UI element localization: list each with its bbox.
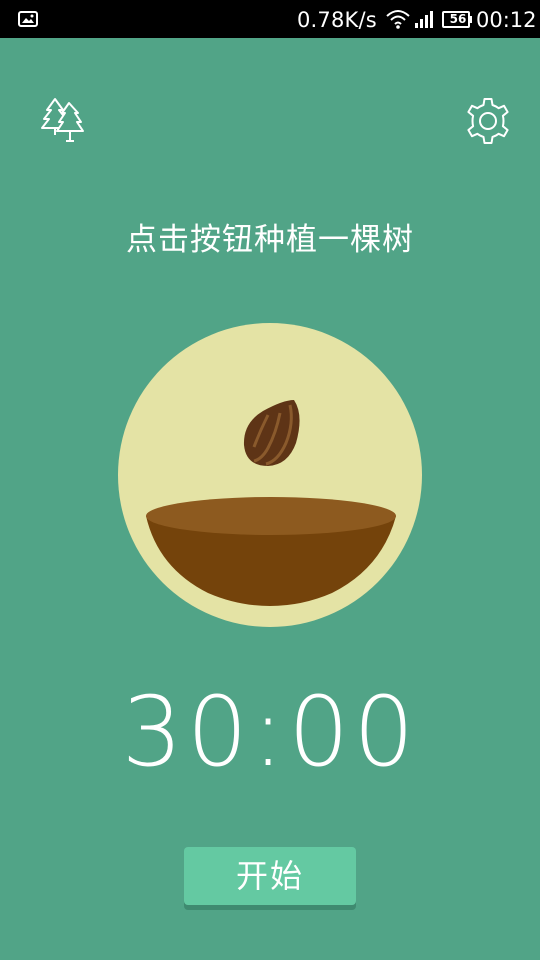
countdown-timer[interactable]: 30:00 xyxy=(0,674,540,790)
battery-level: 56 xyxy=(449,12,467,26)
gallery-icon xyxy=(18,11,38,27)
forest-button[interactable] xyxy=(38,95,90,147)
wifi-icon xyxy=(386,10,410,29)
plant-prompt: 点击按钮种植一棵树 xyxy=(126,222,414,258)
status-bar: 0.78K/s 56 00:12 xyxy=(0,0,540,38)
status-clock: 00:12 xyxy=(476,8,537,32)
start-button[interactable]: 开始 xyxy=(184,847,356,905)
cellular-signal-icon xyxy=(415,11,433,28)
settings-button[interactable] xyxy=(462,95,514,147)
network-speed: 0.78K/s xyxy=(297,8,377,32)
gear-icon xyxy=(467,98,509,144)
plant-area[interactable] xyxy=(118,323,422,627)
trees-icon xyxy=(41,98,84,142)
